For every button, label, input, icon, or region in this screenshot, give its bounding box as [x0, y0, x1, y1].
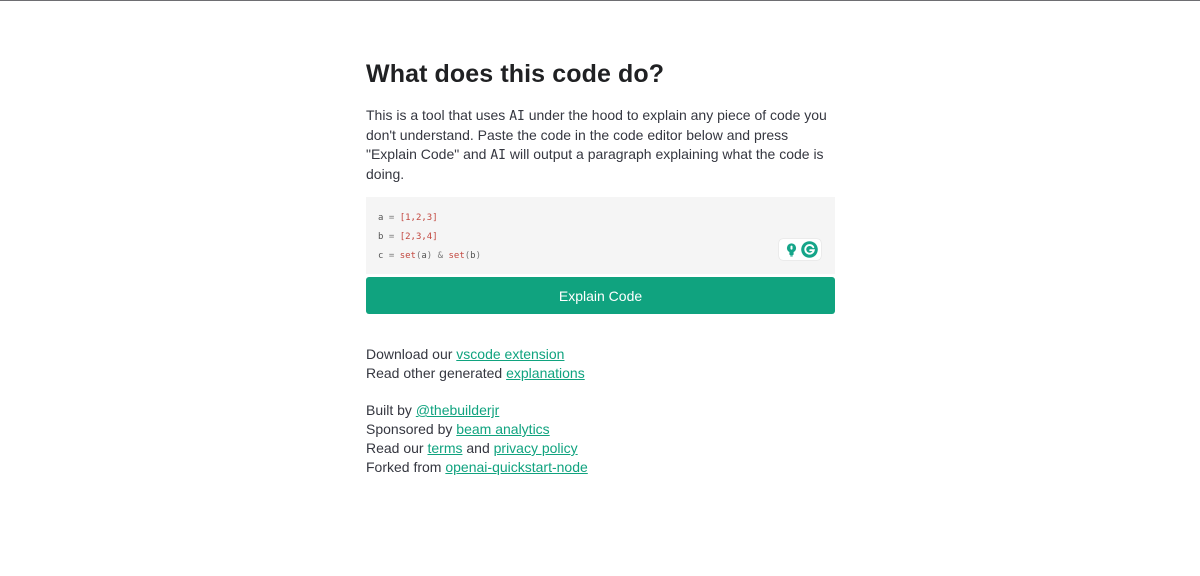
- code-token: [1,2,3]: [399, 213, 438, 223]
- built-by-text: Built by: [366, 402, 416, 418]
- explanations-text: Read other generated: [366, 365, 507, 381]
- author-link[interactable]: @thebuilderjr: [416, 402, 499, 418]
- code-token: set: [399, 251, 416, 261]
- forked-line: Forked from openai-quickstart-node: [366, 458, 835, 477]
- code-token: &: [432, 251, 449, 261]
- intro-text-1: This is a tool that uses: [366, 107, 510, 123]
- page-title: What does this code do?: [366, 60, 665, 88]
- terms-text: Read our: [366, 440, 428, 456]
- download-text: Download our: [366, 346, 457, 362]
- editor-extension-badges: [779, 239, 821, 260]
- privacy-policy-link[interactable]: privacy policy: [494, 440, 578, 456]
- footer-links: Download our vscode extension Read other…: [366, 345, 835, 477]
- main-content: What does this code do? This is a tool t…: [366, 54, 835, 477]
- code-token: ): [475, 251, 482, 261]
- intro-ai-1: AI: [509, 109, 525, 124]
- sponsored-line: Sponsored by beam analytics: [366, 420, 835, 439]
- code-token: [2,3,4]: [399, 232, 438, 242]
- code-token: =: [383, 213, 400, 223]
- terms-line: Read our terms and privacy policy: [366, 439, 835, 458]
- terms-link[interactable]: terms: [427, 440, 462, 456]
- code-line-2[interactable]: b = [2,3,4]: [378, 228, 823, 247]
- top-border: [0, 0, 1200, 1]
- code-token: set: [448, 251, 465, 261]
- intro-ai-2: AI: [490, 148, 507, 163]
- code-line-3[interactable]: c = set(a) & set(b): [378, 247, 823, 266]
- code-token: =: [383, 251, 400, 261]
- grammarly-icon[interactable]: [801, 241, 818, 258]
- forked-text: Forked from: [366, 459, 446, 475]
- terms-and-text: and: [462, 440, 494, 456]
- code-line-1[interactable]: a = [1,2,3]: [378, 209, 823, 228]
- intro-paragraph: This is a tool that uses AI under the ho…: [366, 106, 835, 184]
- beam-analytics-link[interactable]: beam analytics: [456, 421, 549, 437]
- quickstart-link[interactable]: openai-quickstart-node: [445, 459, 587, 475]
- vscode-extension-link[interactable]: vscode extension: [456, 346, 564, 362]
- sponsored-text: Sponsored by: [366, 421, 457, 437]
- built-by-line: Built by @thebuilderjr: [366, 401, 835, 420]
- explain-code-button[interactable]: Explain Code: [366, 277, 835, 314]
- code-editor[interactable]: a = [1,2,3] b = [2,3,4] c = set(a) & set…: [366, 197, 835, 274]
- lightbulb-icon[interactable]: [783, 241, 800, 258]
- explanations-link[interactable]: explanations: [506, 365, 585, 381]
- code-token: =: [383, 232, 400, 242]
- download-line: Download our vscode extension: [366, 345, 835, 364]
- explanations-line: Read other generated explanations: [366, 364, 835, 383]
